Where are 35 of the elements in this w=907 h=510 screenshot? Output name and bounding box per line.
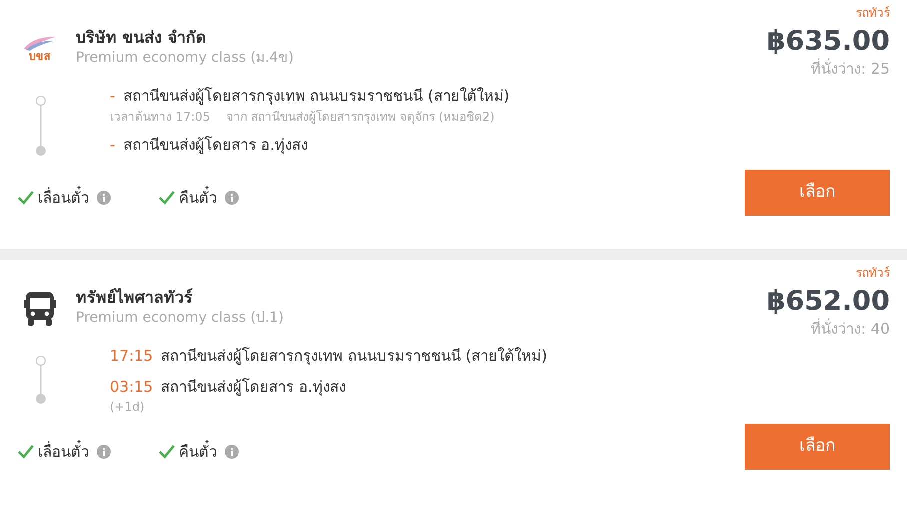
stop-note: จาก สถานีขนส่งผู้โดยสารกรุงเทพ จตุจักร (หมอชิต2)	[226, 108, 495, 126]
bus-class: Premium economy class (ม.4ข)	[76, 49, 294, 68]
feature-label: คืนตั๋ว	[179, 186, 217, 209]
stop-note: เวลาต้นทาง 17:05	[110, 108, 210, 126]
bus-class: Premium economy class (ป.1)	[76, 309, 284, 328]
feature-label: เลื่อนตั๋ว	[38, 186, 89, 209]
seats-available: ที่นั่งว่าง: 25	[811, 58, 890, 80]
info-icon[interactable]	[97, 191, 111, 205]
departure-time: 03:15	[110, 376, 154, 398]
price: ฿635.00	[767, 26, 890, 58]
info-icon[interactable]	[225, 445, 239, 459]
stop-note: (+1d)	[110, 399, 145, 416]
bus-icon	[24, 290, 56, 326]
departure-time: 17:15	[110, 346, 154, 367]
tour-bus-tag: รถทัวร์	[856, 260, 890, 282]
station-name: สถานีขนส่งผู้โดยสาร อ.ทุ่งสง	[123, 134, 308, 156]
seats-available: ที่นั่งว่าง: 40	[811, 318, 890, 340]
feature-label: เลื่อนตั๋ว	[38, 440, 89, 463]
select-button[interactable]: เลือก	[745, 170, 890, 216]
select-button[interactable]: เลือก	[745, 424, 890, 470]
feature-label: คืนตั๋ว	[179, 440, 217, 463]
operator-name: ทรัพย์ไพศาลทัวร์	[76, 288, 194, 308]
dash-marker: -	[110, 86, 116, 107]
info-icon[interactable]	[97, 445, 111, 459]
info-icon[interactable]	[225, 191, 239, 205]
station-name: สถานีขนส่งผู้โดยสารกรุงเทพ ถนนบรมราชชนนี (สายใต้ใหม่)	[123, 86, 510, 108]
price: ฿652.00	[767, 286, 890, 318]
operator-name: บริษัท ขนส่ง จำกัด	[76, 28, 208, 48]
brand-logo: บขส	[20, 28, 60, 68]
dash-marker: -	[110, 134, 116, 156]
station-name: สถานีขนส่งผู้โดยสารกรุงเทพ ถนนบรมราชชนนี (สายใต้ใหม่)	[161, 346, 548, 368]
route-timeline	[35, 95, 47, 157]
tour-bus-tag: รถทัวร์	[856, 0, 890, 22]
route-timeline	[35, 355, 47, 405]
station-name: สถานีขนส่งผู้โดยสาร อ.ทุ่งสง	[161, 376, 346, 398]
